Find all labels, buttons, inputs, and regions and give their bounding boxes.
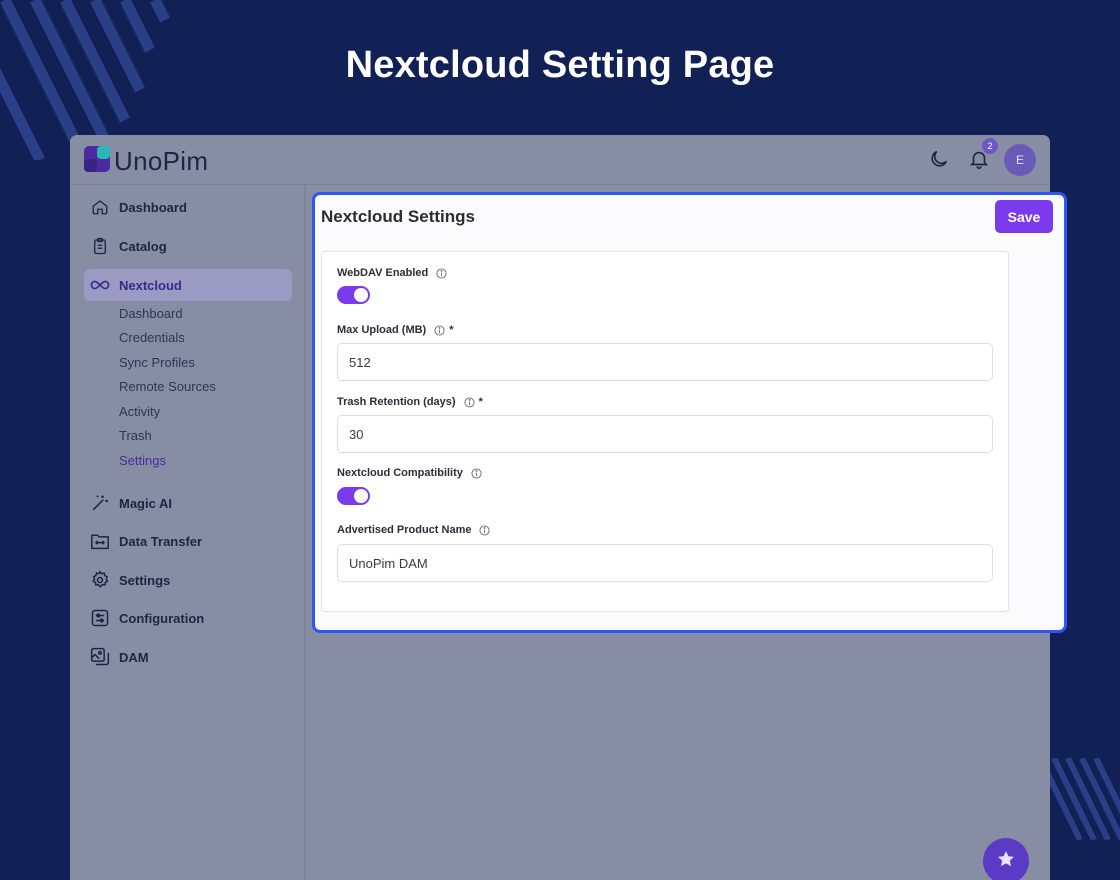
sidebar-subitem-settings[interactable]: Settings <box>119 453 166 468</box>
field-label-text: Nextcloud Compatibility <box>337 467 463 479</box>
unopim-logo-icon <box>84 146 110 177</box>
images-icon <box>90 647 110 667</box>
required-asterisk: * <box>449 324 454 336</box>
sidebar-item-label: Settings <box>119 572 171 588</box>
logo-text: UnoPim <box>114 146 209 176</box>
sidebar-item-label: DAM <box>119 649 149 665</box>
favorites-fab-button[interactable] <box>983 838 1029 880</box>
sidebar-item-label: Catalog <box>119 238 167 254</box>
max-upload-input[interactable] <box>337 343 993 381</box>
sidebar: Dashboard Catalog Nextcloud Dashboard Cr… <box>70 185 306 880</box>
sidebar-item-catalog[interactable]: Catalog <box>84 230 292 262</box>
nextcloud-compatibility-label: Nextcloud Compatibility <box>337 467 482 479</box>
user-avatar[interactable]: E <box>1004 144 1036 176</box>
sidebar-item-dashboard[interactable]: Dashboard <box>84 191 292 223</box>
info-icon[interactable] <box>434 324 445 336</box>
magic-wand-icon <box>90 493 110 513</box>
clipboard-icon <box>90 236 110 256</box>
nextcloud-settings-panel: Nextcloud Settings Save WebDAV Enabled M… <box>312 192 1067 633</box>
folder-transfer-icon <box>90 531 110 551</box>
app-header: UnoPim 2 E <box>70 135 1050 185</box>
sidebar-item-label: Dashboard <box>119 199 187 215</box>
trash-retention-label: Trash Retention (days) * <box>337 396 483 408</box>
sidebar-item-data-transfer[interactable]: Data Transfer <box>84 525 292 557</box>
sidebar-subitem-sync-profiles[interactable]: Sync Profiles <box>119 355 195 370</box>
sidebar-item-label: Configuration <box>119 610 205 626</box>
sidebar-item-magic-ai[interactable]: Magic AI <box>84 487 292 519</box>
sidebar-item-dam[interactable]: DAM <box>84 641 292 673</box>
sidebar-item-nextcloud[interactable]: Nextcloud <box>84 269 292 301</box>
notification-count-badge: 2 <box>982 138 998 154</box>
field-label-text: Max Upload (MB) <box>337 324 427 336</box>
info-icon[interactable] <box>464 396 475 408</box>
settings-form-card: WebDAV Enabled Max Upload (MB) * Trash R… <box>321 251 1009 612</box>
nextcloud-compatibility-toggle[interactable] <box>337 487 370 505</box>
sidebar-item-settings[interactable]: Settings <box>84 564 292 596</box>
sidebar-subitem-trash[interactable]: Trash <box>119 428 152 443</box>
sidebar-item-label: Magic AI <box>119 495 172 511</box>
logo[interactable]: UnoPim <box>84 146 208 177</box>
advertised-product-name-label: Advertised Product Name <box>337 524 491 536</box>
panel-title: Nextcloud Settings <box>321 207 475 226</box>
save-button[interactable]: Save <box>995 200 1053 233</box>
home-icon <box>90 197 110 217</box>
info-icon[interactable] <box>436 267 447 279</box>
page-heading: Nextcloud Setting Page <box>345 44 775 86</box>
sliders-icon <box>90 608 110 628</box>
max-upload-label: Max Upload (MB) * <box>337 324 454 336</box>
field-label-text: WebDAV Enabled <box>337 267 429 279</box>
toggle-knob <box>354 489 368 503</box>
toggle-knob <box>354 288 368 302</box>
decorative-stripes-bottom-right <box>1040 758 1120 840</box>
trash-retention-input[interactable] <box>337 415 993 453</box>
webdav-enabled-toggle[interactable] <box>337 286 370 304</box>
sidebar-subitem-activity[interactable]: Activity <box>119 404 160 419</box>
sidebar-item-label: Nextcloud <box>119 277 182 293</box>
sidebar-subitem-credentials[interactable]: Credentials <box>119 330 185 345</box>
gear-icon <box>90 570 110 590</box>
sidebar-item-configuration[interactable]: Configuration <box>84 602 292 634</box>
webdav-enabled-label: WebDAV Enabled <box>337 267 447 279</box>
dark-mode-moon-icon[interactable] <box>928 148 950 175</box>
info-icon[interactable] <box>479 524 491 536</box>
sidebar-subitem-remote-sources[interactable]: Remote Sources <box>119 379 216 394</box>
advertised-product-name-input[interactable] <box>337 544 993 582</box>
field-label-text: Trash Retention (days) <box>337 396 456 408</box>
sidebar-item-label: Data Transfer <box>119 533 203 549</box>
required-asterisk: * <box>478 396 483 408</box>
info-icon[interactable] <box>471 467 482 479</box>
sidebar-subitem-dashboard[interactable]: Dashboard <box>119 306 183 321</box>
infinity-icon <box>90 275 110 295</box>
field-label-text: Advertised Product Name <box>337 524 472 536</box>
star-icon <box>996 849 1016 874</box>
